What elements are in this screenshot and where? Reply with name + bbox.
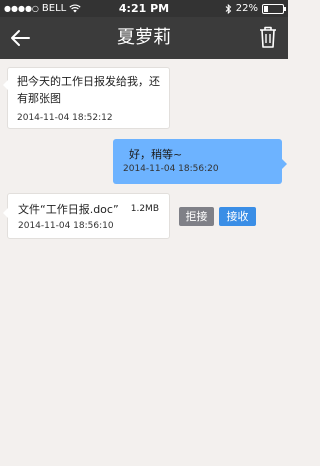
file-name: 文件“工作日报.doc”: [18, 203, 119, 216]
incoming-message-bubble[interactable]: 把今天的工作日报发给我，还 有那张图 2014-11-04 18:52:12: [3, 67, 170, 129]
battery-icon: [262, 3, 286, 14]
status-right: 22%: [225, 0, 286, 17]
incoming-file-bubble[interactable]: 文件“工作日报.doc” 1.2MB 2014-11-04 18:56:10: [3, 193, 170, 239]
outgoing-message-bubble[interactable]: 好，稍等~ 2014-11-04 18:56:20: [113, 139, 287, 184]
battery-fill: [264, 5, 268, 12]
battery-percent: 22%: [235, 3, 258, 14]
file-size: 1.2MB: [130, 204, 159, 214]
message-timestamp: 2014-11-04 18:56:20: [123, 164, 219, 174]
bluetooth-icon: [225, 3, 231, 14]
message-timestamp: 2014-11-04 18:56:10: [18, 221, 114, 231]
accept-file-button[interactable]: 接收: [219, 207, 256, 226]
file-info: 文件“工作日报.doc” 1.2MB: [18, 201, 159, 218]
status-bar: ●●●●○ BELL 4:21 PM 22%: [0, 0, 288, 17]
trash-icon[interactable]: [258, 25, 278, 49]
page-title: 夏萝莉: [117, 27, 171, 48]
reject-file-button[interactable]: 拒接: [179, 207, 214, 226]
message-text-line: 把今天的工作日报发给我，还: [17, 75, 160, 88]
message-text: 好，稍等~: [129, 148, 183, 161]
message-timestamp: 2014-11-04 18:52:12: [17, 113, 113, 123]
message-text-line: 有那张图: [17, 92, 61, 105]
nav-bar: 夏萝莉: [0, 17, 288, 59]
